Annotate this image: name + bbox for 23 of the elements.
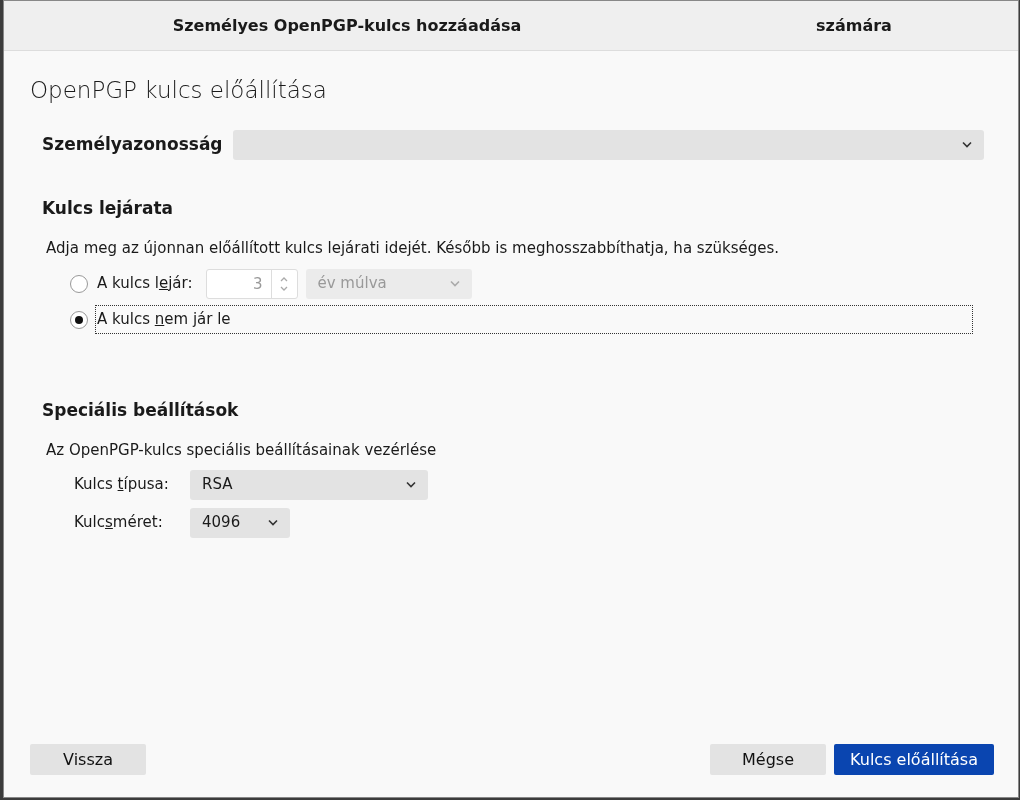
- field-label: Kulcs típusa:: [74, 474, 170, 496]
- dialog-button[interactable]: Mégse: [710, 744, 827, 775]
- dialog-button[interactable]: Kulcs előállítása: [834, 744, 994, 775]
- chevron-down-icon: [962, 141, 972, 148]
- option-label[interactable]: A kulcs lejár:: [96, 270, 194, 297]
- description-text: Az OpenPGP-kulcs speciális beállításainak vezérlése: [46, 440, 438, 461]
- section-heading: Kulcs lejárata: [42, 196, 175, 220]
- radio-button[interactable]: [70, 274, 88, 293]
- chevron-down-icon: [268, 519, 278, 526]
- chevron-down-icon: [449, 280, 460, 287]
- window-title: számára: [815, 14, 893, 37]
- select-dropdown[interactable]: RSA: [190, 469, 428, 500]
- section-heading: Speciális beállítások: [42, 398, 240, 422]
- radio-button[interactable]: [70, 310, 88, 329]
- option-label[interactable]: A kulcs nem jár le: [96, 306, 972, 333]
- description-text: Adja meg az újonnan előállított kulcs lejárati idejét. Később is meghosszabbíthatja, ha szükséges.: [46, 238, 781, 259]
- select-dropdown[interactable]: 4096: [190, 507, 290, 538]
- identity-label: Személyazonosság: [42, 132, 223, 156]
- chevron-down-icon: [406, 481, 416, 488]
- dialog-button[interactable]: Vissza: [30, 744, 146, 775]
- page-heading: OpenPGP kulcs előállítása: [30, 76, 328, 105]
- field-label: Kulcsméret:: [74, 512, 164, 534]
- window-title: Személyes OpenPGP-kulcs hozzáadása: [171, 14, 523, 37]
